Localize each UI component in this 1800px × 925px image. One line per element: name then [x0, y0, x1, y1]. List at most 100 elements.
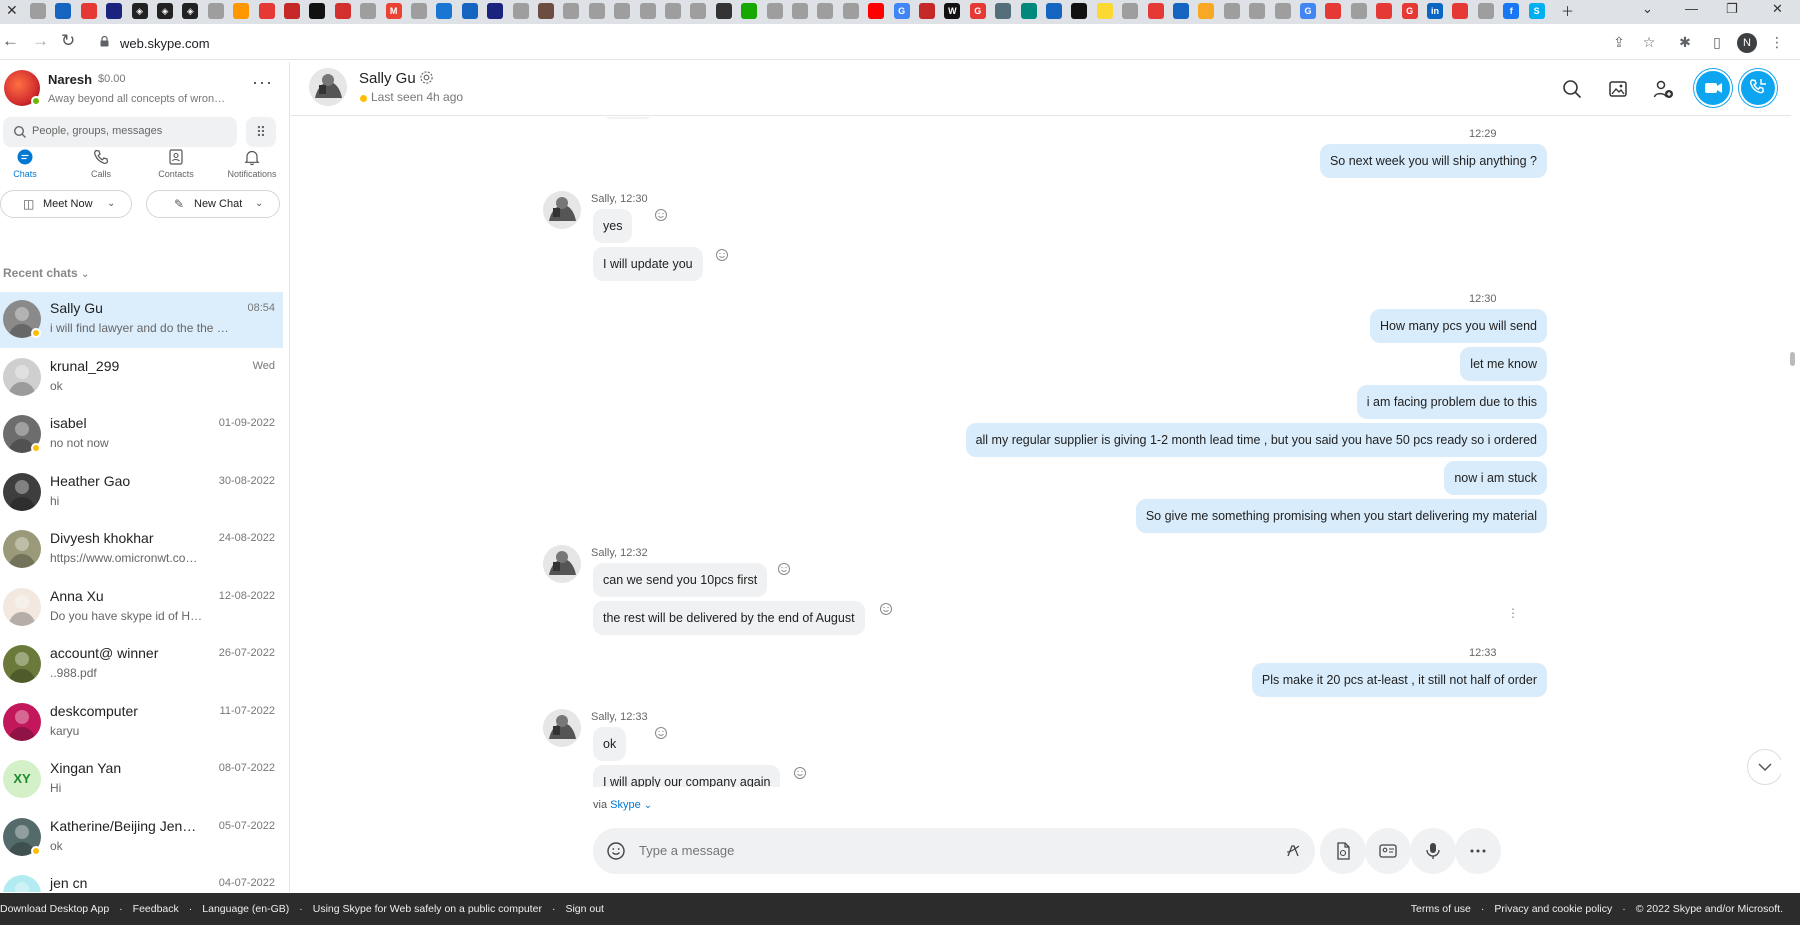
outgoing-message[interactable]: Pls make it 20 pcs at-least , it still n… [1251, 663, 1547, 697]
incoming-message[interactable]: the rest will be delivered by the end of… [593, 601, 865, 635]
tab-icon[interactable] [1325, 3, 1342, 19]
tab-icon[interactable] [106, 3, 123, 19]
chat-list-item[interactable]: isabel 01-09-2022 no not now [0, 407, 283, 463]
bookmark-star-icon[interactable]: ☆ [1640, 33, 1658, 51]
outgoing-message[interactable]: all my regular supplier is giving 1-2 mo… [965, 423, 1547, 457]
chat-list-item[interactable]: Heather Gao 30-08-2022 hi [0, 465, 283, 521]
gallery-icon[interactable] [1607, 78, 1629, 100]
incoming-message[interactable]: I will apply our company again [593, 765, 781, 787]
video-call-button[interactable] [1694, 69, 1732, 107]
side-panel-icon[interactable]: ▯ [1708, 33, 1726, 51]
tab-icon[interactable] [1350, 3, 1367, 19]
smiley-react-icon[interactable] [793, 766, 807, 780]
tab-notifications[interactable]: Notifications [217, 146, 287, 196]
tab-icon[interactable] [1376, 3, 1393, 19]
vertical-scrollbar[interactable] [1787, 117, 1800, 787]
tab-icon[interactable]: ◈ [182, 3, 199, 19]
search-box[interactable]: People, groups, messages [3, 117, 237, 147]
tab-icon[interactable] [614, 3, 631, 19]
gmail-tab-icon[interactable]: M [385, 3, 402, 19]
footer-link[interactable]: Download Desktop App [0, 903, 109, 915]
chat-list-item[interactable]: jen cn 04-07-2022 [0, 867, 283, 892]
chat-list-item[interactable]: deskcomputer 11-07-2022 karyu [0, 695, 283, 751]
tab-chats[interactable]: Chats [0, 146, 60, 196]
smiley-react-icon[interactable] [777, 562, 791, 576]
tab-icon[interactable] [512, 3, 529, 19]
plus-icon[interactable]: ＋ [1561, 1, 1574, 20]
share-icon[interactable]: ⇪ [1610, 33, 1628, 51]
close-tab-icon[interactable]: ✕ [6, 2, 18, 19]
outgoing-message[interactable]: i am facing problem due to this [1356, 385, 1547, 419]
voice-message-button[interactable] [1410, 828, 1456, 874]
outgoing-message[interactable]: let me know [1460, 347, 1547, 381]
tab-icon[interactable] [309, 3, 326, 19]
contact-avatar[interactable] [309, 68, 347, 106]
tab-icon[interactable]: G [1401, 3, 1418, 19]
tab-icon[interactable] [842, 3, 859, 19]
tab-icon[interactable] [487, 3, 504, 19]
chevron-down-icon[interactable]: ⌄ [1642, 1, 1653, 17]
footer-link[interactable]: Privacy and cookie policy [1494, 903, 1612, 915]
footer-link[interactable]: Language (en-GB) [202, 903, 289, 915]
scroll-to-bottom-button[interactable] [1747, 749, 1781, 785]
sender-avatar[interactable] [543, 191, 581, 229]
message-more-icon[interactable]: ⋮ [1507, 606, 1519, 620]
incoming-message[interactable]: I will update you [593, 247, 703, 281]
chevron-down-icon[interactable]: ⌄ [644, 800, 652, 811]
tab-icon[interactable] [258, 3, 275, 19]
back-icon[interactable]: ← [2, 31, 19, 51]
smiley-react-icon[interactable] [654, 208, 668, 222]
tab-icon[interactable] [639, 3, 656, 19]
url-text[interactable]: web.skype.com [120, 36, 210, 51]
search-icon[interactable] [1561, 78, 1583, 100]
tab-icon[interactable] [588, 3, 605, 19]
smiley-react-icon[interactable] [879, 602, 893, 616]
scrollbar-thumb[interactable] [1790, 352, 1795, 366]
footer-link[interactable]: Using Skype for Web safely on a public c… [313, 903, 542, 915]
google-tab-icon[interactable]: G [1300, 3, 1316, 19]
new-chat-button[interactable]: ✎ New Chat ⌄ [146, 190, 280, 218]
incoming-message[interactable]: ok [593, 727, 627, 761]
tab-icon[interactable] [792, 3, 808, 19]
tab-icon[interactable] [360, 3, 377, 19]
tab-icon[interactable]: G [969, 3, 986, 19]
reload-icon[interactable]: ↻ [61, 31, 75, 51]
tab-icon[interactable] [461, 3, 478, 19]
chat-list-item[interactable]: krunal_299 Wed ok [0, 350, 283, 406]
browser-profile-avatar[interactable]: N [1737, 33, 1757, 53]
add-people-icon[interactable] [1652, 78, 1674, 100]
tab-icon[interactable] [1223, 3, 1240, 19]
chat-list-item[interactable]: Divyesh khokhar 24-08-2022 https://www.omi… [0, 522, 283, 578]
upwork-tab-icon[interactable] [741, 3, 758, 19]
chat-list-item[interactable]: Anna Xu 12-08-2022 Do you have skype id of… [0, 580, 283, 636]
outgoing-message[interactable]: So give me something promising when you … [1135, 499, 1547, 533]
tab-icon[interactable] [233, 3, 250, 19]
chat-list-item[interactable]: Sally Gu 08:54 i will find lawyer and do t… [0, 292, 283, 348]
incoming-message[interactable]: can we send you 10pcs first [593, 563, 768, 597]
tab-icon[interactable] [665, 3, 681, 19]
send-contact-button[interactable] [1365, 828, 1411, 874]
url-box[interactable] [90, 28, 1650, 56]
contact-name[interactable]: Sally Gu [359, 70, 416, 87]
close-window-icon[interactable]: ✕ [1772, 1, 1783, 17]
outgoing-message[interactable]: So next week you will ship anything ? [1319, 144, 1547, 178]
incoming-message[interactable]: yes [593, 209, 633, 243]
tab-icon[interactable] [1198, 3, 1215, 19]
tab-icon[interactable] [817, 3, 834, 19]
youtube-tab-icon[interactable] [868, 3, 885, 19]
emoji-icon[interactable] [606, 841, 626, 861]
dialpad-icon[interactable]: ⠿ [246, 117, 276, 147]
tab-icon[interactable] [80, 3, 97, 19]
gear-icon[interactable] [419, 70, 434, 85]
my-name[interactable]: Naresh [48, 72, 92, 87]
tab-icon[interactable] [1020, 3, 1037, 19]
outgoing-message[interactable]: How many pcs you will send [1369, 309, 1547, 343]
tab-icon[interactable] [1274, 3, 1291, 19]
tab-icon[interactable] [436, 3, 453, 19]
more-compose-options-button[interactable] [1455, 828, 1501, 874]
footer-link[interactable]: Terms of use [1411, 903, 1471, 915]
tab-icon[interactable] [766, 3, 783, 19]
tab-icon[interactable] [919, 3, 935, 19]
chat-list-item[interactable]: Katherine/Beijing Jen… 05-07-2022 ok [0, 810, 283, 866]
tab-icon[interactable] [995, 3, 1012, 19]
